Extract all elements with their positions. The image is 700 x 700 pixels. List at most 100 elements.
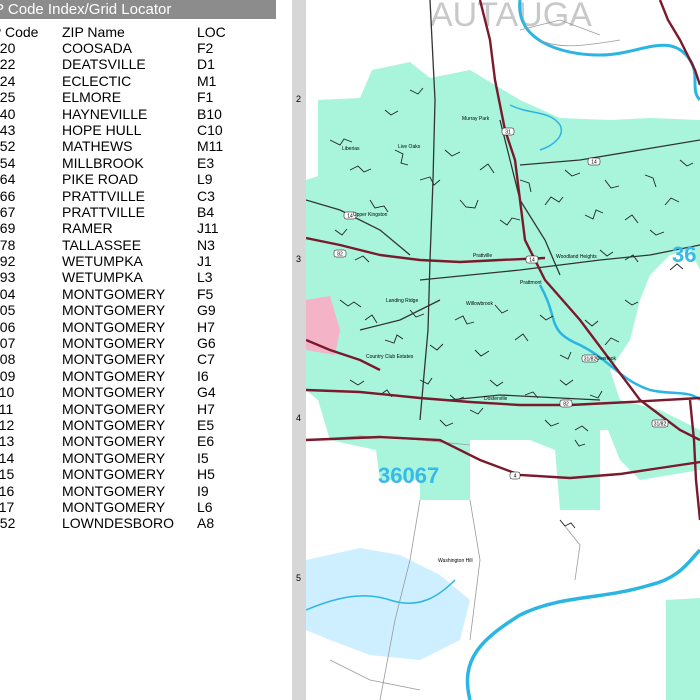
loc-cell: G6: [197, 335, 216, 352]
name-cell: MONTGOMERY: [62, 384, 166, 401]
zip-label-36067: 36067: [378, 463, 439, 488]
name-cell: MONTGOMERY: [62, 482, 166, 499]
index-row: 092 WETUMPKA J1: [0, 253, 280, 269]
route-shield-4: 4: [509, 471, 521, 480]
route-shield-82-south: 82: [559, 399, 573, 408]
svg-text:14: 14: [591, 160, 597, 166]
place-label-willowbrook: Willowbrook: [466, 301, 493, 307]
zip-cell: 105: [0, 302, 16, 319]
zip-cell: 113: [0, 433, 15, 450]
name-cell: HOPE HULL: [62, 121, 142, 138]
zip-cell: 752: [0, 515, 16, 532]
place-label-dosterville: Dosterville: [484, 396, 508, 402]
route-shield-14-east: 14: [587, 157, 601, 166]
index-row: 025 ELMORE F1: [0, 89, 280, 105]
name-cell: MONTGOMERY: [62, 416, 166, 433]
loc-cell: I5: [197, 449, 209, 466]
zip-area-southeast: [666, 598, 700, 700]
index-title: P Code Index/Grid Locator: [0, 1, 172, 18]
grid-label-3: 3: [296, 254, 302, 264]
index-row: 024 ECLECTIC M1: [0, 73, 280, 89]
name-cell: MONTGOMERY: [62, 466, 166, 483]
loc-cell: B4: [197, 203, 215, 220]
zip-cell: 111: [0, 400, 14, 417]
name-cell: PRATTVILLE: [62, 187, 145, 204]
name-cell: WETUMPKA: [62, 253, 143, 270]
place-label-prattmont: Prattmont: [520, 280, 542, 286]
index-row: 022 DEATSVILLE D1: [0, 56, 280, 72]
loc-cell: L9: [197, 171, 213, 188]
place-label-country-club-estates: Country Club Estates: [366, 354, 414, 360]
county-label: AUTAUGA: [430, 0, 592, 34]
zip-cell: 109: [0, 367, 16, 384]
svg-text:31/82: 31/82: [584, 357, 597, 363]
zip-cell: 040: [0, 105, 16, 122]
loc-cell: C3: [197, 187, 215, 204]
zip-cell: 092: [0, 253, 16, 270]
zip-cell: 107: [0, 335, 16, 352]
zip-label-partial-east: 36: [672, 242, 696, 267]
zip-cell: 066: [0, 187, 16, 204]
place-label-washington-hill: Washington Hill: [438, 558, 473, 564]
name-cell: MONTGOMERY: [62, 351, 166, 368]
index-row: 093 WETUMPKA L3: [0, 269, 280, 285]
place-label-landing-ridge: Landing Ridge: [386, 298, 418, 304]
svg-text:82: 82: [337, 252, 343, 258]
loc-cell: C7: [197, 351, 215, 368]
place-label-woodland-heights: Woodland Heights: [556, 254, 597, 260]
loc-cell: A8: [197, 515, 215, 532]
svg-text:82: 82: [563, 402, 569, 408]
index-row: 078 TALLASSEE N3: [0, 237, 280, 253]
street-map: AUTAUGA 82 31 14 14 31/82 82 31/82 14 4 …: [306, 0, 700, 700]
name-cell: MONTGOMERY: [62, 498, 166, 515]
index-row: 069 RAMER J11: [0, 220, 280, 236]
index-row: 104 MONTGOMERY F5: [0, 286, 280, 302]
grid-label-4: 4: [296, 413, 302, 423]
loc-cell: E6: [197, 433, 215, 450]
zip-cell: 106: [0, 318, 16, 335]
index-row: 111 MONTGOMERY H7: [0, 401, 280, 417]
zip-cell: 054: [0, 154, 16, 171]
zip-cell: 114: [0, 449, 15, 466]
index-row: 112 MONTGOMERY E5: [0, 417, 280, 433]
loc-cell: H5: [197, 466, 215, 483]
zip-cell: 043: [0, 121, 16, 138]
zip-cell: 115: [0, 466, 15, 483]
loc-cell: H7: [197, 400, 215, 417]
name-cell: ELMORE: [62, 89, 122, 106]
loc-cell: J1: [197, 253, 212, 270]
name-cell: MATHEWS: [62, 138, 133, 155]
column-header-name: ZIP Name: [62, 24, 125, 40]
name-cell: PRATTVILLE: [62, 203, 145, 220]
index-row: 052 MATHEWS M11: [0, 138, 280, 154]
svg-text:4: 4: [514, 474, 517, 480]
index-row: 115 MONTGOMERY H5: [0, 466, 280, 482]
name-cell: HAYNEVILLE: [62, 105, 148, 122]
loc-cell: F5: [197, 285, 214, 302]
index-title-bar: P Code Index/Grid Locator: [0, 0, 276, 19]
loc-cell: M11: [197, 138, 224, 155]
name-cell: TALLASSEE: [62, 236, 142, 253]
loc-cell: F1: [197, 89, 214, 106]
zip-code-index-panel: P Code Index/Grid Locator P Code ZIP Nam…: [0, 0, 292, 700]
index-row: 043 HOPE HULL C10: [0, 122, 280, 138]
zip-cell: 069: [0, 220, 16, 237]
zip-cell: 067: [0, 203, 16, 220]
route-shield-82-north: 82: [333, 249, 347, 258]
name-cell: MILLBROOK: [62, 154, 144, 171]
zip-cell: 110: [0, 384, 15, 401]
zip-cell: 093: [0, 269, 16, 286]
index-row: 752 LOWNDESBORO A8: [0, 515, 280, 531]
index-rows: 020 COOSADA F2 022 DEATSVILLE D1 024 ECLECTIC M1…: [0, 40, 280, 532]
loc-cell: G4: [197, 384, 216, 401]
name-cell: ECLECTIC: [62, 72, 132, 89]
loc-cell: N3: [197, 236, 215, 253]
route-shield-31-north: 31: [501, 127, 515, 136]
name-cell: LOWNDESBORO: [62, 515, 175, 532]
svg-text:31: 31: [505, 130, 511, 136]
svg-text:14: 14: [529, 258, 535, 264]
loc-cell: L3: [197, 269, 213, 286]
name-cell: MONTGOMERY: [62, 318, 166, 335]
loc-cell: H7: [197, 318, 215, 335]
zip-cell: 117: [0, 498, 15, 515]
